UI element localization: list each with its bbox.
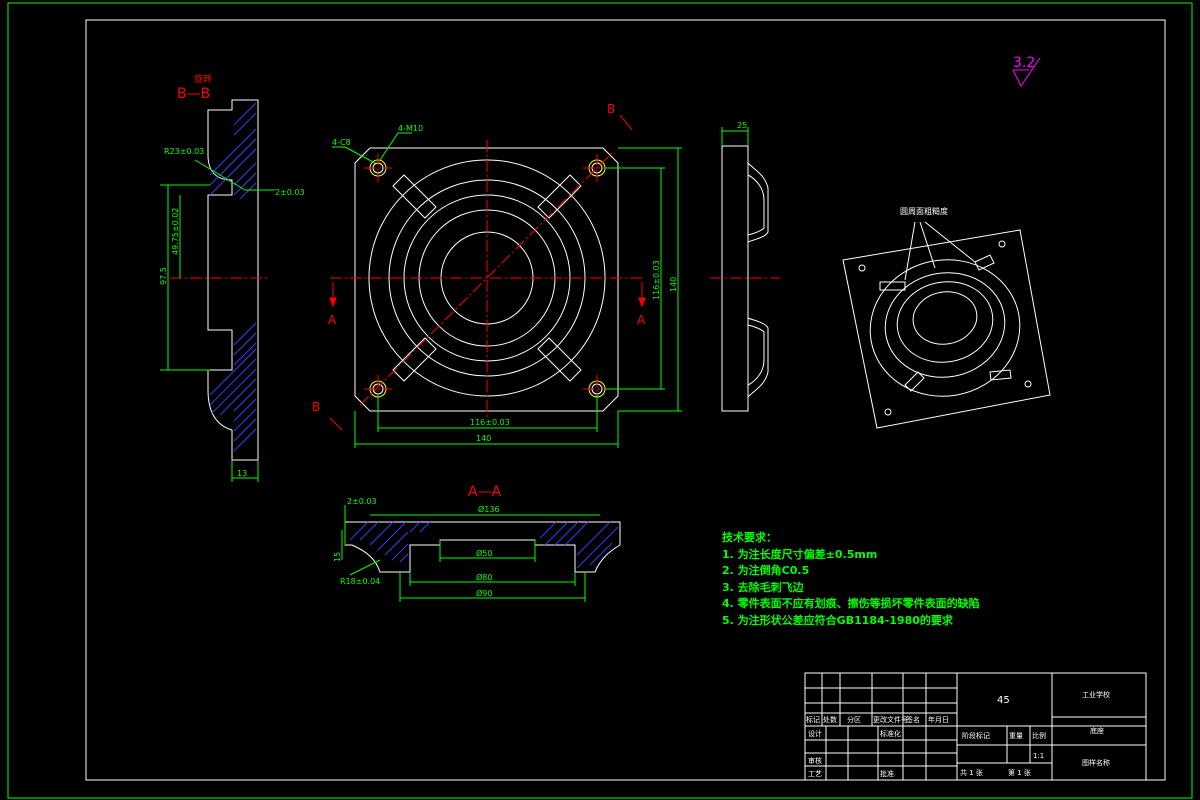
marker-a-right: A — [637, 313, 646, 327]
tech-title: 技术要求： — [722, 531, 777, 544]
tech-item-1: 1. 为注长度尺寸偏差±0.5mm — [722, 547, 878, 561]
tb-stage: 阶段标记 — [962, 731, 990, 740]
tb-material: 45 — [997, 695, 1010, 706]
tb-sheet: 第 1 张 — [1008, 768, 1031, 777]
dim-r18: R18±0.04 — [340, 577, 380, 586]
dim-90: Ø90 — [476, 588, 492, 598]
dim-116h: 116±0.03 — [470, 418, 510, 427]
roughness-value: 3.2 — [1013, 55, 1035, 71]
section-aa-label: A—A — [468, 484, 502, 500]
dim-80: Ø80 — [476, 572, 492, 582]
outer-frame — [7, 2, 1193, 799]
tech-item-4: 4. 零件表面不应有划痕、擦伤等损坏零件表面的缺陷 — [722, 597, 980, 610]
dim-r23: R23±0.03 — [164, 147, 204, 156]
dim-140h: 140 — [476, 434, 491, 443]
tb-h-count: 处数 — [823, 715, 837, 724]
dim-49: 49.75±0.02 — [171, 208, 180, 255]
dim-2b: 2±0.03 — [347, 497, 377, 506]
tb-check: 审核 — [808, 756, 822, 765]
tb-scale: 1:1 — [1033, 752, 1044, 760]
tb-craft: 工艺 — [808, 770, 822, 778]
marker-b-bottom: B — [312, 400, 320, 414]
dim-2a: 2±0.03 — [275, 188, 305, 197]
tb-weight: 重量 — [1009, 732, 1023, 740]
tb-h-mark: 标记 — [806, 715, 820, 724]
tb-drawing-no: 图样名称 — [1082, 758, 1110, 767]
dim-15: 15 — [333, 552, 342, 562]
iso-note: 圆周面粗糙度 — [900, 206, 948, 216]
marker-a-left: A — [328, 313, 337, 327]
tb-h-zone: 分区 — [847, 715, 861, 724]
side-view — [710, 127, 780, 412]
dim-97: 97.5 — [159, 267, 168, 285]
dim-25: 25 — [737, 121, 747, 130]
dim-50: Ø50 — [476, 548, 492, 558]
tb-approve: 批准 — [880, 769, 894, 778]
section-aa-view: A—A 2±0.03 Ø136 15 Ø50 Ø80 Ø90 R18±0.04 — [333, 484, 621, 602]
tech-item-5: 5. 为注形状公差应符合GB1184-1980的要求 — [722, 613, 953, 627]
tb-ratio: 比例 — [1032, 731, 1046, 740]
section-bb-note: 旋转 — [194, 73, 212, 85]
technical-requirements: 技术要求： 1. 为注长度尺寸偏差±0.5mm 2. 为注倒角C0.5 3. 去… — [722, 530, 980, 629]
dim-140v: 140 — [669, 277, 678, 292]
tech-item-3: 3. 去除毛刺飞边 — [722, 580, 804, 594]
section-bb-label: B—B — [177, 86, 210, 102]
cad-drawing: 旋转 B—B R23±0.03 2±0.03 49.75±0.02 97.5 1… — [7, 2, 1193, 799]
plan-view: A A B B 4-C8 4-M10 116±0.03 140 116±0.03 — [312, 102, 682, 448]
bb-hatch — [209, 102, 257, 452]
tb-part: 底座 — [1090, 726, 1104, 735]
tb-school: 工业学校 — [1082, 690, 1110, 699]
dim-13: 13 — [237, 469, 247, 478]
tb-design: 设计 — [808, 729, 822, 738]
dim-116v: 116±0.03 — [652, 260, 661, 300]
dim-4c8: 4-C8 — [332, 138, 351, 147]
tb-h-sign: 签名 — [906, 715, 920, 724]
inner-frame — [85, 19, 1166, 781]
marker-b-top: B — [607, 102, 615, 116]
dim-136: Ø136 — [478, 504, 500, 514]
tb-sheets: 共 1 张 — [960, 768, 983, 777]
tech-item-2: 2. 为注倒角C0.5 — [722, 564, 810, 577]
iso-view — [842, 221, 1051, 429]
dim-4m10: 4-M10 — [398, 124, 423, 133]
section-bb-view: 旋转 B—B R23±0.03 2±0.03 49.75±0.02 97.5 1… — [159, 73, 305, 482]
tb-h-doc: 更改文件号 — [873, 715, 908, 724]
tb-std: 标准化 — [880, 729, 901, 738]
tb-h-date: 年月日 — [928, 715, 949, 724]
